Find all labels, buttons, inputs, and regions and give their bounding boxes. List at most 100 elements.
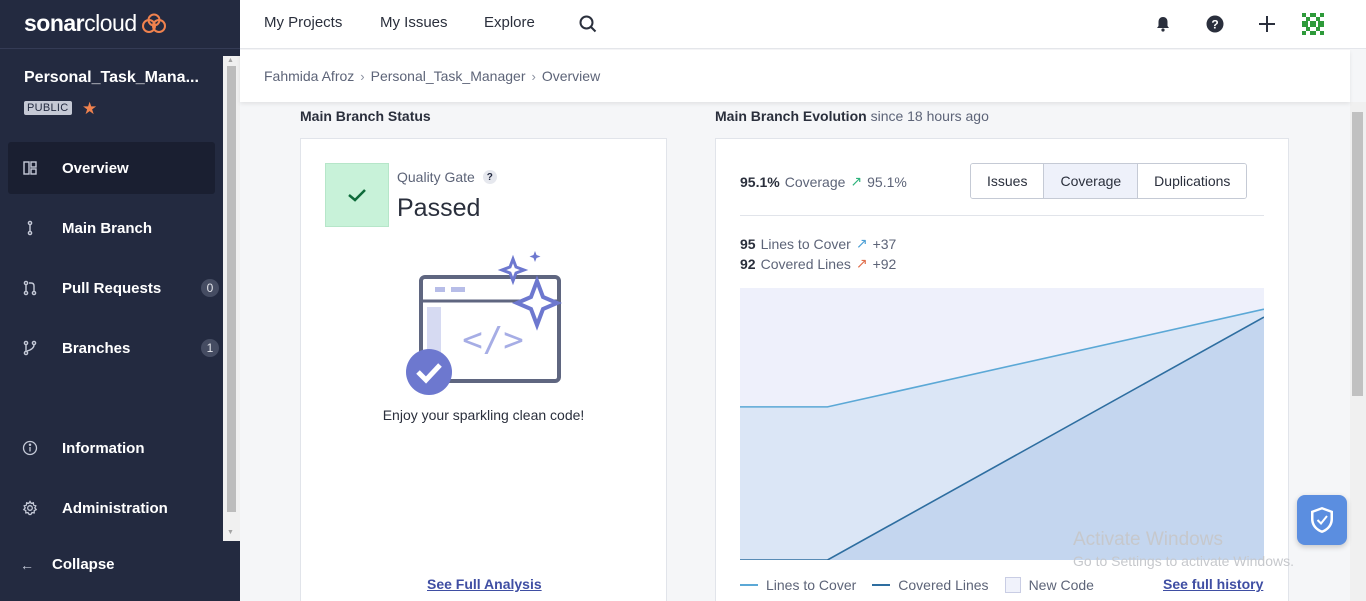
coverage-label: Coverage xyxy=(784,173,846,190)
arrow-up-right-icon: ↗ xyxy=(855,255,868,271)
legend-swatch xyxy=(740,584,758,586)
tab-duplications[interactable]: Duplications xyxy=(1138,164,1247,198)
bell-icon[interactable] xyxy=(1152,13,1174,35)
evolution-divider xyxy=(740,215,1264,216)
activate-windows-hint: Go to Settings to activate Windows. xyxy=(1073,553,1294,569)
sidebar-item-administration[interactable]: Administration xyxy=(8,482,215,534)
project-name[interactable]: Personal_Task_Mana... xyxy=(24,69,204,87)
sidebar-item-label: Information xyxy=(62,439,145,457)
sidebar-item-label: Main Branch xyxy=(62,219,153,237)
collapse-button[interactable]: ← Collapse xyxy=(20,556,115,573)
chart-legend: Lines to Cover Covered Lines New Code xyxy=(740,577,1110,593)
sidebar-item-main-branch[interactable]: Main Branch xyxy=(8,202,215,254)
covered-lines-delta: +92 xyxy=(872,255,897,272)
evolution-title-text: Main Branch Evolution xyxy=(715,108,867,124)
top-navigation: My Projects My Issues Explore ? xyxy=(240,0,1366,49)
legend-label: Lines to Cover xyxy=(766,577,857,593)
coverage-value: 95.1% xyxy=(740,173,780,190)
nav-my-issues[interactable]: My Issues xyxy=(380,14,448,31)
passed-check-box xyxy=(325,163,389,227)
covered-lines-row: 92 Covered Lines ↗ +92 xyxy=(740,255,896,272)
legend-new-code: New Code xyxy=(1004,577,1094,593)
sonarcloud-logo[interactable]: sonar cloud xyxy=(24,10,167,37)
sidebar-item-label: Administration xyxy=(62,499,168,517)
quality-gate-label: Quality Gate xyxy=(397,169,475,185)
svg-text:</>: </> xyxy=(462,320,523,360)
branches-icon xyxy=(8,340,52,356)
security-shield-button[interactable] xyxy=(1297,495,1347,545)
arrow-left-icon: ← xyxy=(20,556,34,573)
pull-request-icon xyxy=(8,280,52,296)
sidebar-divider xyxy=(0,48,240,49)
scroll-up-icon[interactable]: ▲ xyxy=(227,57,234,64)
metric-toggle: Issues Coverage Duplications xyxy=(970,163,1248,199)
sidebar-scrollbar-thumb[interactable] xyxy=(227,66,236,512)
legend-label: New Code xyxy=(1028,577,1094,593)
lines-to-cover-value: 95 xyxy=(740,235,756,252)
check-icon xyxy=(348,189,366,202)
scroll-down-icon[interactable]: ▼ xyxy=(227,529,234,536)
chevron-right-icon: › xyxy=(360,68,365,84)
sidebar: sonar cloud Personal_Task_Mana... PUBLIC … xyxy=(0,0,240,601)
sidebar-item-label: Pull Requests xyxy=(62,279,162,297)
quality-gate-card: Quality Gate ? Passed </> Enjoy your spa… xyxy=(300,138,667,601)
pull-requests-count: 0 xyxy=(201,279,219,297)
sidebar-item-label: Overview xyxy=(62,159,129,177)
tab-issues[interactable]: Issues xyxy=(971,164,1045,198)
visibility-badge: PUBLIC xyxy=(24,101,72,115)
covered-lines-label: Covered Lines xyxy=(760,255,851,272)
main-scrollbar-thumb[interactable] xyxy=(1352,112,1363,396)
legend-covered-lines: Covered Lines xyxy=(872,577,989,593)
breadcrumb-project[interactable]: Personal_Task_Manager xyxy=(371,68,526,84)
sidebar-item-pull-requests[interactable]: Pull Requests 0 xyxy=(8,262,219,314)
plus-icon[interactable] xyxy=(1256,13,1278,35)
breadcrumb: Fahmida Afroz › Personal_Task_Manager › … xyxy=(240,50,1350,102)
nav-my-projects[interactable]: My Projects xyxy=(264,14,342,31)
coverage-summary: 95.1% Coverage ↗ 95.1% xyxy=(740,173,907,190)
help-icon[interactable]: ? xyxy=(1204,13,1226,35)
favorite-star-icon[interactable]: ★ xyxy=(82,99,97,119)
legend-lines-to-cover: Lines to Cover xyxy=(740,577,856,593)
coverage-chart[interactable] xyxy=(740,288,1264,560)
see-full-analysis-link[interactable]: See Full Analysis xyxy=(427,576,542,592)
overview-grid-icon xyxy=(8,161,52,175)
search-icon[interactable] xyxy=(577,13,599,35)
covered-lines-value: 92 xyxy=(740,255,756,272)
info-icon xyxy=(8,440,52,456)
legend-swatch xyxy=(1004,577,1021,593)
legend-label: Covered Lines xyxy=(898,577,989,593)
quality-gate-label-row: Quality Gate ? xyxy=(397,169,497,185)
see-full-history-link[interactable]: See full history xyxy=(1163,576,1263,592)
sidebar-item-label: Branches xyxy=(62,339,131,357)
clean-code-message: Enjoy your sparkling clean code! xyxy=(382,407,585,423)
evolution-since: since 18 hours ago xyxy=(870,108,989,124)
cloud-logo-icon xyxy=(141,13,166,33)
lines-to-cover-delta: +37 xyxy=(872,235,897,252)
arrow-up-right-icon: ↗ xyxy=(855,235,868,251)
coverage-delta: 95.1% xyxy=(867,173,907,190)
branch-icon xyxy=(8,220,52,236)
main-branch-status-title: Main Branch Status xyxy=(300,108,431,124)
help-badge-icon[interactable]: ? xyxy=(482,170,497,184)
lines-to-cover-row: 95 Lines to Cover ↗ +37 xyxy=(740,235,896,252)
arrow-up-right-icon: ↗ xyxy=(850,173,863,189)
quality-gate-status: Passed xyxy=(397,194,481,222)
legend-swatch xyxy=(872,584,891,586)
sidebar-item-overview[interactable]: Overview xyxy=(8,142,215,194)
svg-text:?: ? xyxy=(1211,18,1218,32)
branches-count: 1 xyxy=(201,339,219,357)
collapse-label: Collapse xyxy=(52,556,115,573)
gear-icon xyxy=(8,500,52,516)
sidebar-item-branches[interactable]: Branches 1 xyxy=(8,322,219,374)
user-avatar[interactable] xyxy=(1300,11,1326,37)
nav-explore[interactable]: Explore xyxy=(484,14,535,31)
activate-windows-watermark: Activate Windows xyxy=(1073,529,1223,550)
sidebar-item-information[interactable]: Information xyxy=(8,422,215,474)
lines-to-cover-label: Lines to Cover xyxy=(760,235,851,252)
main-branch-evolution-title: Main Branch Evolution since 18 hours ago xyxy=(715,108,989,124)
clean-code-illustration: </> xyxy=(406,251,563,395)
breadcrumb-org[interactable]: Fahmida Afroz xyxy=(264,68,354,84)
chevron-right-icon: › xyxy=(531,68,536,84)
tab-coverage[interactable]: Coverage xyxy=(1044,164,1139,198)
shield-icon xyxy=(1311,507,1333,533)
